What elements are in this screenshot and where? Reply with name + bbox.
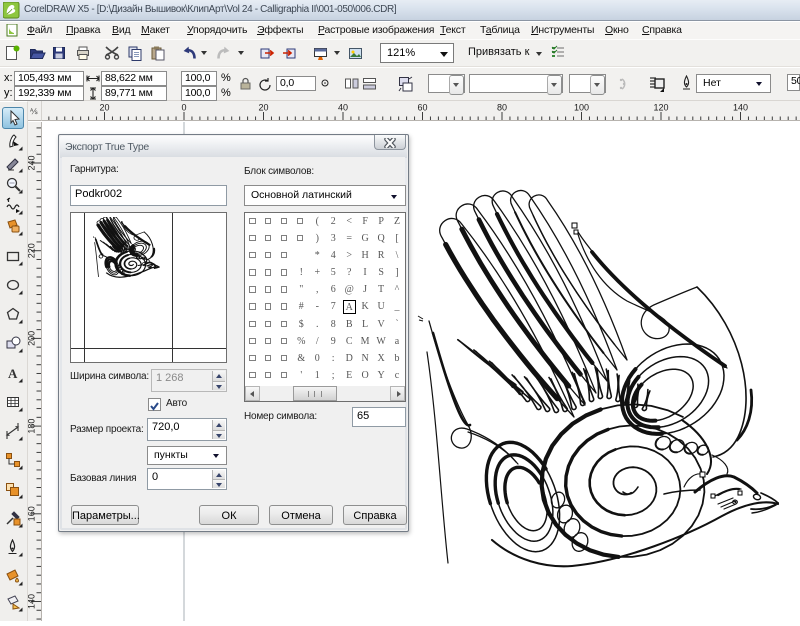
svg-text:140: 140: [28, 594, 37, 609]
svg-text:0: 0: [181, 103, 186, 113]
svg-text:220: 220: [28, 243, 37, 258]
svg-text:100: 100: [574, 103, 589, 113]
svg-text:80: 80: [497, 103, 507, 113]
svg-text:120: 120: [653, 103, 668, 113]
svg-text:160: 160: [28, 506, 37, 521]
svg-text:60: 60: [417, 103, 427, 113]
svg-text:240: 240: [28, 155, 37, 170]
svg-text:40: 40: [338, 103, 348, 113]
svg-text:140: 140: [733, 103, 748, 113]
svg-text:⅍: ⅍: [30, 107, 38, 116]
svg-text:A: A: [8, 366, 18, 381]
svg-text:180: 180: [28, 419, 37, 434]
svg-text:20: 20: [258, 103, 268, 113]
svg-text:20: 20: [99, 103, 109, 113]
svg-text:200: 200: [28, 331, 37, 346]
